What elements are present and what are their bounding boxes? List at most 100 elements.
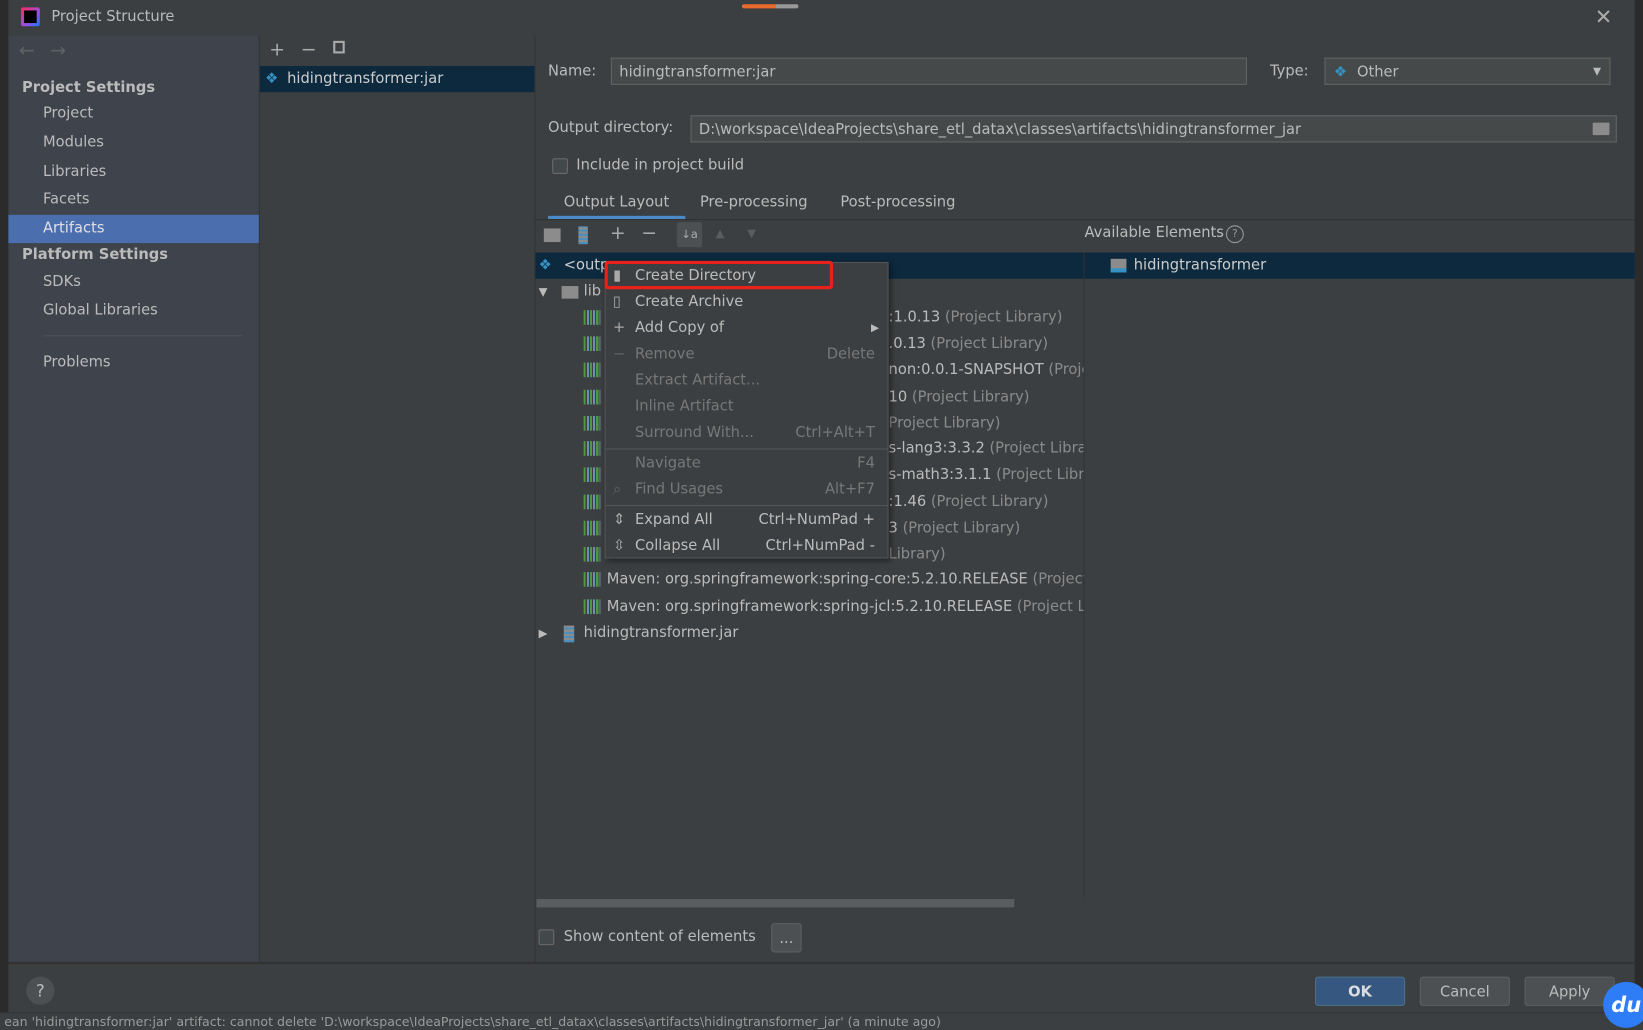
back-icon[interactable]: ← <box>19 40 35 62</box>
menu-item-shortcut: F4 <box>857 454 875 472</box>
tree-item-library[interactable]: Maven: org.springframework:spring-jcl:5.… <box>535 594 1083 620</box>
copy-icon[interactable] <box>333 40 345 54</box>
output-directory-input[interactable]: D:\workspace\IdeaProjects\share_etl_data… <box>690 115 1617 143</box>
library-type: Library) <box>888 545 946 563</box>
submenu-arrow-icon: ▶ <box>871 322 880 335</box>
sidebar-item-libraries[interactable]: Libraries <box>8 158 258 186</box>
menu-item-expand-all[interactable]: ⇕ Expand All Ctrl+NumPad + <box>606 507 888 533</box>
platform-settings-heading: Platform Settings <box>22 246 169 264</box>
artifact-item[interactable]: ❖ hidingtransformer:jar <box>259 66 535 93</box>
sidebar-item-global-libraries[interactable]: Global Libraries <box>8 297 258 325</box>
chevron-down-icon: ▼ <box>1593 66 1602 78</box>
library-name: .0.13 <box>888 335 926 353</box>
include-in-build-label: Include in project build <box>576 157 745 174</box>
add-icon[interactable]: + <box>610 222 626 244</box>
library-icon <box>583 494 601 510</box>
sidebar-item-problems[interactable]: Problems <box>8 349 258 377</box>
ellipsis-button[interactable]: ... <box>771 923 802 953</box>
close-icon[interactable]: ✕ <box>1595 4 1613 29</box>
expand-arrow-icon[interactable]: ▼ <box>539 279 548 305</box>
menu-item-add-copy-of[interactable]: + Add Copy of ▶ <box>606 315 888 341</box>
background-ide <box>0 0 9 1030</box>
show-content-label: Show content of elements <box>563 928 756 946</box>
library-type: (Proje <box>1048 361 1083 379</box>
folder-browse-icon[interactable] <box>1592 122 1610 136</box>
library-type: (Project Libr <box>996 466 1084 484</box>
progress-indicator <box>741 4 799 9</box>
tree-item-label: lib <box>583 282 602 300</box>
forward-icon[interactable]: → <box>50 40 66 62</box>
divider <box>42 335 243 337</box>
move-up-icon[interactable]: ▲ <box>716 226 725 240</box>
highlight-annotation <box>604 260 834 290</box>
menu-separator <box>605 505 888 507</box>
help-icon[interactable]: ? <box>1225 225 1244 244</box>
ok-button[interactable]: OK <box>1315 976 1406 1006</box>
tab-post-processing[interactable]: Post-processing <box>840 188 955 217</box>
library-name: :1.46 <box>888 493 927 511</box>
apply-button[interactable]: Apply <box>1524 976 1615 1006</box>
sidebar-item-modules[interactable]: Modules <box>8 129 258 157</box>
library-name: :1.0.13 <box>888 309 941 326</box>
library-label: s-math3:3.1.1 (Project Libr <box>889 462 1084 488</box>
tab-output-layout[interactable]: Output Layout <box>548 188 685 219</box>
sidebar-item-label: Libraries <box>42 163 107 181</box>
menu-item-collapse-all[interactable]: ⇳ Collapse All Ctrl+NumPad - <box>606 533 888 559</box>
sidebar-item-label: Facets <box>42 190 90 208</box>
sidebar-item-facets[interactable]: Facets <box>8 185 258 213</box>
menu-item-shortcut: Ctrl+NumPad - <box>765 537 875 555</box>
library-label: Maven: org.springframework:spring-jcl:5.… <box>607 594 1084 620</box>
library-type: (Project Library) <box>930 335 1049 353</box>
library-type: (Project Libra <box>989 440 1084 457</box>
library-icon <box>583 546 601 562</box>
sort-icon[interactable]: ↓a <box>676 222 703 248</box>
move-down-icon[interactable]: ▼ <box>747 226 756 240</box>
horizontal-scrollbar[interactable] <box>536 899 1015 908</box>
tree-item-jar[interactable]: ▶ hidingtransformer.jar <box>535 620 954 646</box>
tree-item-label: hidingtransformer.jar <box>583 624 739 642</box>
tree-item-library[interactable]: Maven: org.springframework:spring-core:5… <box>535 567 1083 593</box>
add-icon[interactable]: + <box>269 39 285 61</box>
library-icon <box>583 467 601 483</box>
menu-item-label: Remove <box>634 345 695 363</box>
remove-icon[interactable]: − <box>301 39 317 61</box>
sidebar-item-artifacts[interactable]: Artifacts <box>8 214 259 244</box>
library-label: 3 (Project Library) <box>889 516 1021 542</box>
context-menu: ▮ Create Directory ▯ Create Archive + Add Cop… <box>604 260 889 559</box>
show-content-checkbox[interactable] <box>538 929 555 946</box>
intellij-logo-icon <box>20 7 40 27</box>
sidebar-item-sdks[interactable]: SDKs <box>8 268 258 296</box>
cancel-button[interactable]: Cancel <box>1419 976 1510 1006</box>
name-input[interactable]: hidingtransformer:jar <box>610 57 1247 85</box>
library-icon <box>583 441 601 456</box>
library-name: Maven: org.springframework:spring-core:5… <box>606 571 1028 588</box>
create-archive-icon[interactable] <box>578 226 588 245</box>
create-directory-icon[interactable] <box>543 228 561 243</box>
tab-pre-processing[interactable]: Pre-processing <box>700 188 808 217</box>
sidebar-item-label: Project <box>42 104 94 122</box>
window-title: Project Structure <box>51 8 175 26</box>
menu-item-label: Extract Artifact... <box>634 371 761 389</box>
remove-icon[interactable]: − <box>641 222 657 244</box>
library-label: Project Library) <box>889 411 1001 437</box>
library-icon <box>583 520 601 536</box>
tab-label: Pre-processing <box>699 193 808 211</box>
expand-arrow-icon[interactable]: ▶ <box>539 620 548 646</box>
project-settings-heading: Project Settings <box>22 79 156 97</box>
baidu-logo-icon: du <box>1603 981 1643 1028</box>
menu-separator <box>605 448 888 450</box>
archive-icon <box>563 625 575 643</box>
menu-item-create-archive[interactable]: ▯ Create Archive <box>606 289 888 315</box>
help-button[interactable]: ? <box>26 976 55 1005</box>
library-type: (Project <box>1032 571 1084 588</box>
artifact-icon: ❖ <box>265 70 279 87</box>
library-label: :1.0.13 (Project Library) <box>889 305 1063 331</box>
library-icon <box>583 572 601 587</box>
menu-item-shortcut: Alt+F7 <box>825 480 875 498</box>
sidebar-item-project[interactable]: Project <box>8 100 258 128</box>
type-select[interactable]: ❖ Other ▼ <box>1324 57 1611 85</box>
ok-label: OK <box>1348 983 1373 1001</box>
include-in-build-checkbox[interactable] <box>552 158 568 174</box>
library-type: (Project Library) <box>944 309 1063 326</box>
menu-item-label: Find Usages <box>634 480 724 498</box>
